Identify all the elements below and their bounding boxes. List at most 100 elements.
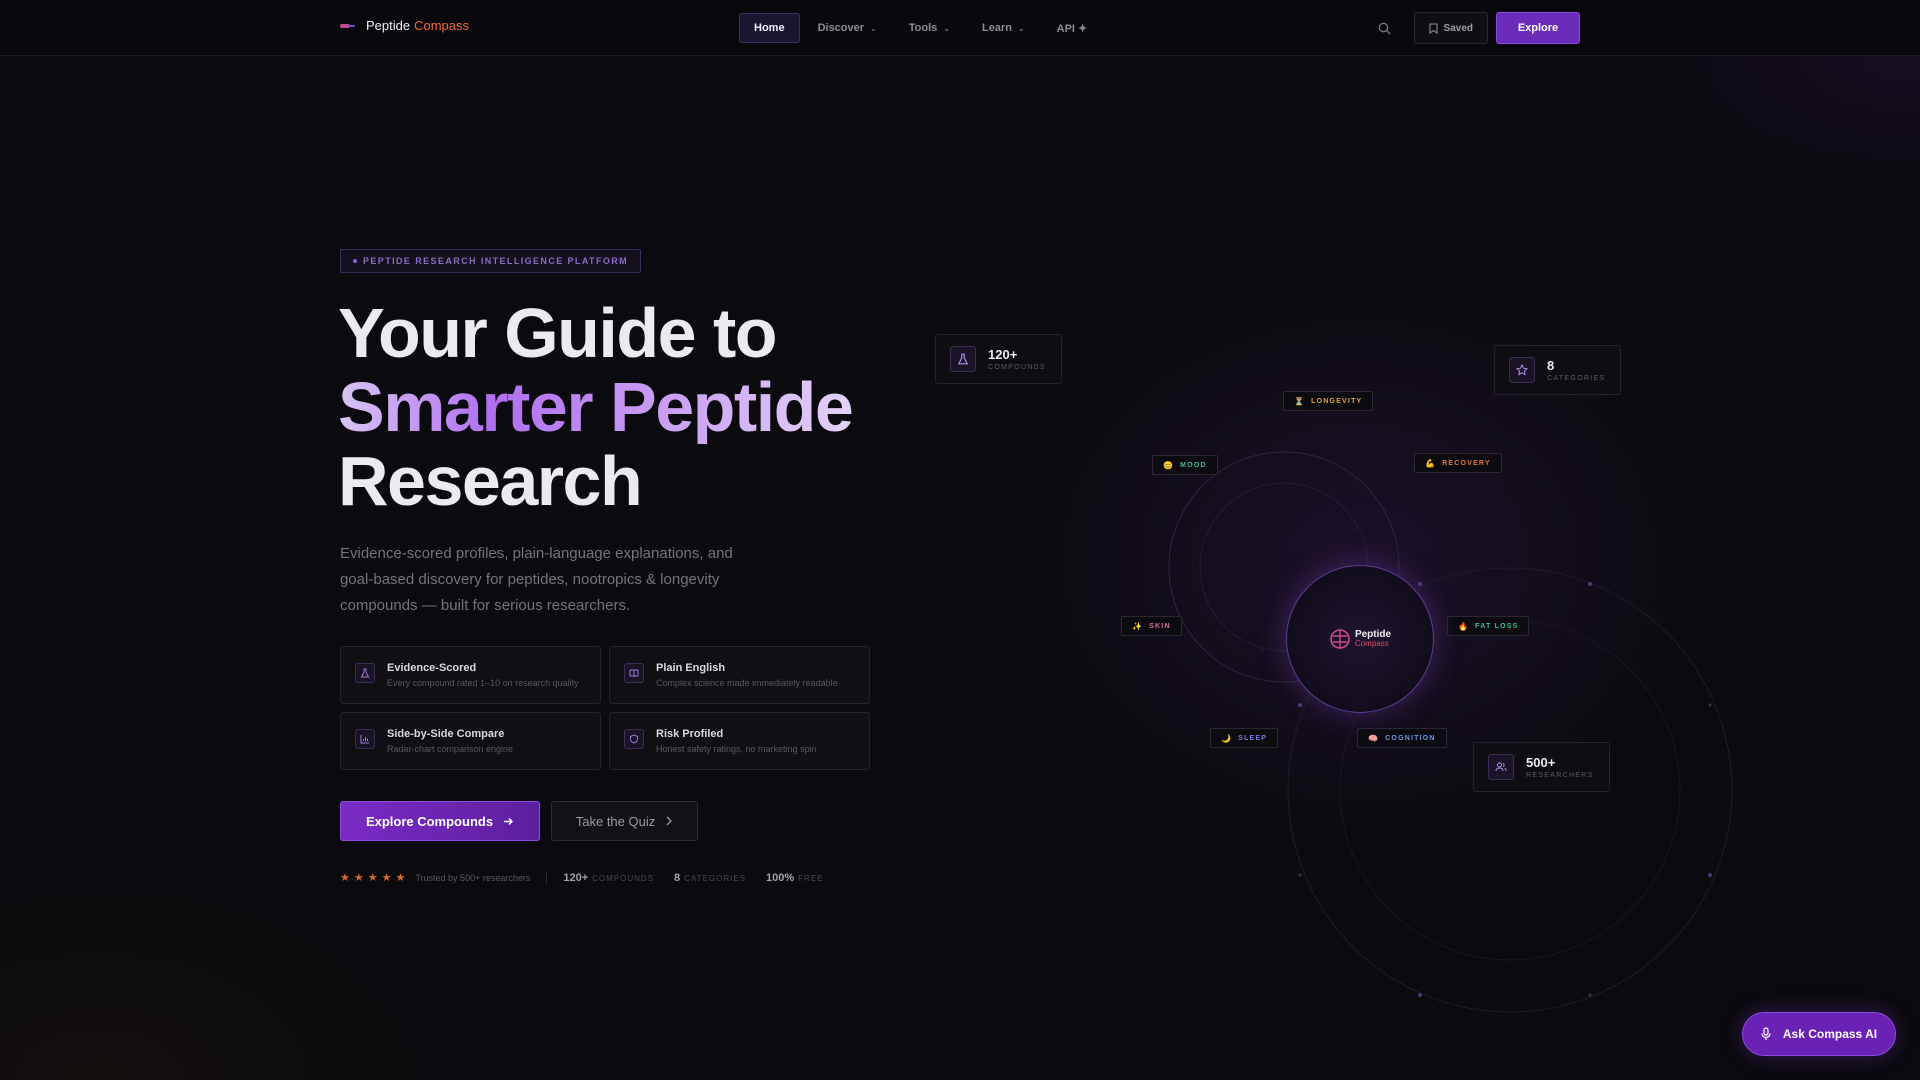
chip-label: SLEEP: [1238, 734, 1268, 742]
platform-badge: PEPTIDE RESEARCH INTELLIGENCE PLATFORM: [340, 249, 642, 273]
saved-label: Saved: [1443, 22, 1473, 34]
star-icon: [1509, 357, 1535, 383]
brain-icon: 🧠: [1368, 733, 1380, 743]
nav-learn[interactable]: Learn ⌄: [968, 13, 1039, 43]
feature-card: Plain English Complex science made immedi…: [609, 646, 870, 704]
take-quiz-label: Take the Quiz: [575, 813, 656, 829]
inline-stat-label: COMPOUNDS: [592, 873, 655, 883]
compass-logo-icon: [1330, 629, 1350, 649]
stat-label: COMPOUNDS: [988, 364, 1046, 371]
bookmark-icon: [1428, 22, 1438, 34]
brand[interactable]: Peptide Compass: [340, 18, 469, 33]
feature-desc: Every compound rated 1–10 on research qu…: [387, 678, 579, 688]
nav-tools[interactable]: Tools ⌄: [895, 13, 964, 43]
chevron-down-icon: ⌄: [1017, 23, 1025, 33]
compass-logo-icon: [340, 21, 356, 31]
muscle-icon: 💪: [1425, 458, 1437, 468]
moon-icon: 🌙: [1221, 733, 1233, 743]
feature-title: Risk Profiled: [656, 728, 724, 740]
rating-stars: ★ ★ ★ ★ ★: [340, 871, 405, 884]
nav-api[interactable]: API ✦: [1043, 13, 1102, 43]
nav-tools-label: Tools: [908, 22, 938, 34]
feature-card: Evidence-Scored Every compound rated 1–10…: [340, 646, 601, 704]
inline-stat-value: 8: [674, 871, 681, 884]
feature-title: Plain English: [656, 662, 726, 674]
chip-fat-loss[interactable]: 🔥 FAT LOSS: [1447, 616, 1530, 636]
chevron-right-icon: [666, 816, 673, 826]
inline-stat: 8 CATEGORIES: [674, 872, 746, 884]
chip-label: COGNITION: [1385, 734, 1436, 742]
inline-stat: 120+ COMPOUNDS: [563, 872, 654, 884]
hero-title: Your Guide to Smarter Peptide Research: [338, 294, 854, 520]
badge-text: PEPTIDE RESEARCH INTELLIGENCE PLATFORM: [363, 256, 629, 266]
chip-label: LONGEVITY: [1311, 397, 1363, 405]
feature-title: Evidence-Scored: [387, 662, 477, 674]
trust-text: Trusted by 500+ researchers: [415, 872, 531, 883]
stat-label: CATEGORIES: [1547, 375, 1606, 382]
badge-dot-icon: [353, 259, 357, 263]
chip-recovery[interactable]: 💪 RECOVERY: [1414, 453, 1502, 473]
stat-card-compounds: 120+ COMPOUNDS: [935, 334, 1062, 384]
nav-discover-label: Discover: [817, 22, 865, 34]
star-icon: ★: [381, 872, 392, 884]
saved-button[interactable]: Saved: [1413, 12, 1488, 44]
nav-learn-label: Learn: [981, 22, 1012, 34]
feature-desc: Radar-chart comparison engine: [387, 744, 514, 754]
stat-value: 120+: [988, 347, 1018, 362]
hourglass-icon: ⏳: [1294, 396, 1306, 406]
smile-icon: 😊: [1163, 460, 1175, 470]
star-icon: ★: [340, 872, 350, 884]
take-quiz-button[interactable]: Take the Quiz: [551, 801, 698, 841]
sparkles-icon: ✨: [1132, 621, 1144, 631]
explore-compounds-label: Explore Compounds: [365, 813, 494, 829]
star-icon: ★: [353, 872, 364, 884]
microphone-icon: [1761, 1027, 1771, 1040]
book-icon: [624, 663, 644, 683]
nav-discover[interactable]: Discover ⌄: [804, 13, 891, 43]
center-compass-logo: Peptide Compass: [1286, 565, 1434, 713]
hero-title-line3: Research: [338, 442, 643, 520]
cta-row: Explore Compounds Take the Quiz: [340, 801, 698, 841]
top-navbar: Peptide Compass Home Discover ⌄ Tools ⌄ Lea…: [0, 0, 1920, 56]
chevron-down-icon: ⌄: [943, 23, 950, 33]
star-icon: ★: [395, 872, 406, 884]
brand-name-first: Peptide: [366, 18, 411, 33]
explore-compounds-button[interactable]: Explore Compounds: [340, 801, 540, 841]
chip-mood[interactable]: 😊 MOOD: [1152, 455, 1218, 475]
explore-button[interactable]: Explore: [1496, 12, 1580, 44]
users-icon: [1488, 754, 1514, 780]
search-icon[interactable]: [1370, 13, 1400, 43]
chip-sleep[interactable]: 🌙 SLEEP: [1210, 728, 1279, 748]
ask-ai-label: Ask Compass AI: [1782, 1027, 1878, 1041]
center-logo-line2: Compass: [1354, 639, 1389, 648]
fire-icon: 🔥: [1458, 621, 1470, 631]
stat-value: 500+: [1526, 755, 1556, 770]
feature-desc: Honest safety ratings, no marketing spin: [656, 744, 817, 754]
chevron-down-icon: ⌄: [870, 23, 877, 33]
trust-row: ★ ★ ★ ★ ★ Trusted by 500+ researchers 12…: [340, 871, 844, 884]
chip-label: RECOVERY: [1442, 459, 1491, 467]
nav-home-label: Home: [754, 22, 785, 34]
brand-name-second: Compass: [414, 18, 470, 33]
feature-card: Side-by-Side Compare Radar-chart comparis…: [340, 712, 601, 770]
chip-longevity[interactable]: ⏳ LONGEVITY: [1283, 391, 1374, 411]
nav-api-label: API ✦: [1056, 22, 1088, 35]
feature-card: Risk Profiled Honest safety ratings, no m…: [609, 712, 870, 770]
inline-stat-value: 120+: [563, 871, 589, 884]
nav-home[interactable]: Home: [739, 13, 800, 43]
chip-label: SKIN: [1149, 622, 1171, 630]
feature-grid: Evidence-Scored Every compound rated 1–10…: [340, 646, 870, 770]
nav-actions: Saved Explore: [1370, 12, 1580, 44]
explore-label: Explore: [1517, 22, 1559, 34]
ask-compass-ai-button[interactable]: Ask Compass AI: [1742, 1012, 1896, 1056]
inline-stat-label: FREE: [798, 873, 824, 883]
star-icon: ★: [367, 872, 378, 884]
flask-icon: [355, 663, 375, 683]
feature-title: Side-by-Side Compare: [387, 728, 505, 740]
hero-title-line1: Your Guide to: [338, 294, 778, 372]
chip-skin[interactable]: ✨ SKIN: [1121, 616, 1182, 636]
flask-icon: [950, 346, 976, 372]
chip-cognition[interactable]: 🧠 COGNITION: [1357, 728, 1447, 748]
divider: [546, 871, 548, 884]
inline-stat-value: 100%: [766, 871, 795, 884]
